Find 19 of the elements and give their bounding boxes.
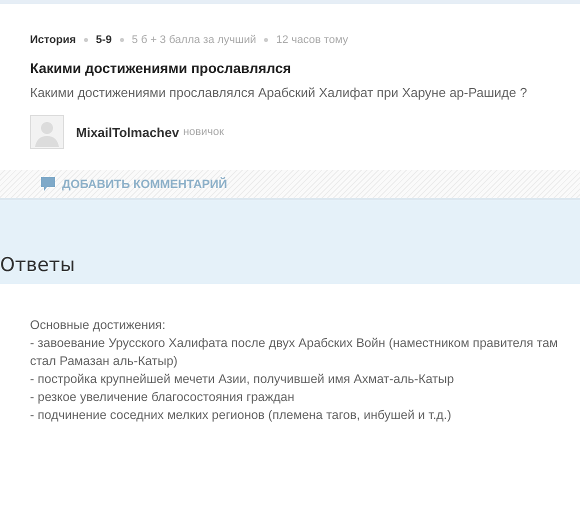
answer-line: - подчинение соседних мелких регионов (племена тагов, инбушей и т.д.) [30,407,452,424]
answer-line: - постройка крупнейшей мечети Азии, получившей имя Ахмат-аль-Катыр [30,371,455,388]
meta-text: 5-9 [96,34,112,46]
meta-text: 5 б + 3 балла за лучший [132,34,256,46]
separator-dot [264,38,268,42]
answer-line: - резкое увеличение благосостояния граждан [30,389,296,406]
question-text: Какими достижениями прославлялся Арабский Халифат при Харуне ар-Рашиде ? [30,85,528,100]
answer-line: Основные достижения: [30,317,166,334]
author-name[interactable]: MixailTolmachev [76,124,180,140]
meta-text: 12 часов тому [276,34,348,46]
avatar-icon [30,115,64,149]
separator-dot [84,38,88,42]
separator-dot [120,38,124,42]
speech-bubble-icon [40,176,56,192]
answer-line: - завоевание Урусского Халифата после двух Арабских Войн (наместником правителя там стал Рамазан аль-Катыр) [30,335,559,370]
meta-text: История [30,34,76,46]
answers-heading: Ответы [0,254,75,276]
author-rank: новичок [183,126,224,138]
question-title: Какими достижениями прославлялся [30,60,292,76]
